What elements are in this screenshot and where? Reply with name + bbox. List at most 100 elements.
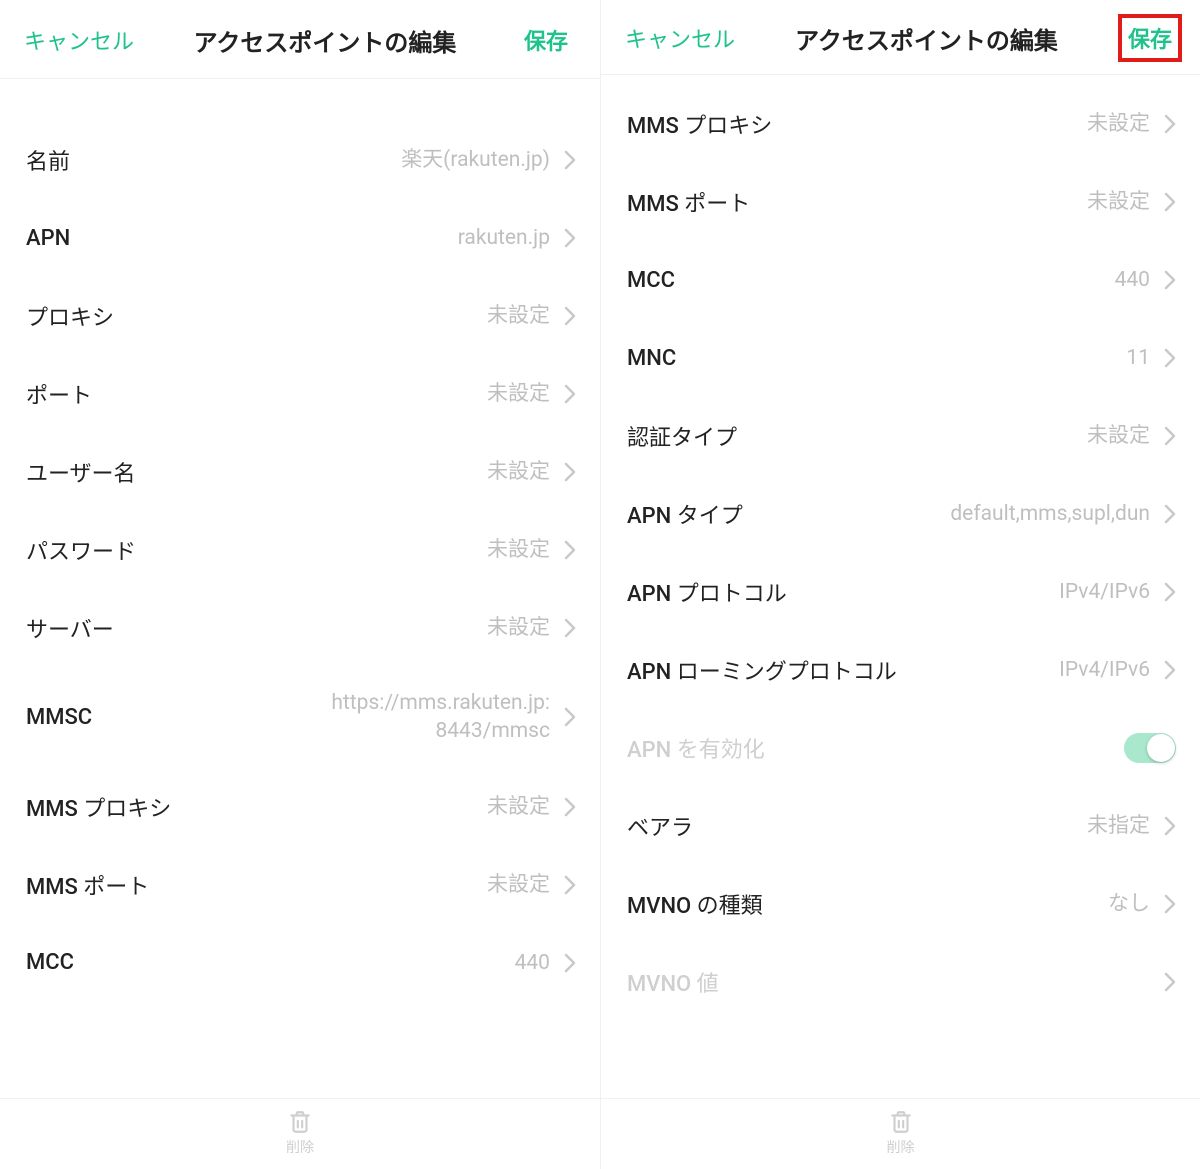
header: キャンセル アクセスポイントの編集 保存 xyxy=(601,0,1200,75)
row-value: 未指定 xyxy=(1087,812,1150,840)
row-name[interactable]: 名前 楽天(rakuten.jp) xyxy=(0,121,600,199)
row-label: 認証タイプ xyxy=(627,420,737,452)
chevron-right-icon xyxy=(564,797,576,817)
toggle-knob xyxy=(1147,734,1175,762)
row-mmsc[interactable]: MMSC https://mms.rakuten.jp:8443/mmsc xyxy=(0,667,600,768)
trash-icon xyxy=(888,1109,914,1135)
row-mnc[interactable]: MNC 11 xyxy=(601,319,1200,397)
chevron-right-icon xyxy=(1164,348,1176,368)
row-label: MVNO 値 xyxy=(627,966,719,998)
chevron-right-icon xyxy=(1164,426,1176,446)
row-apn-type[interactable]: APN タイプ default,mms,supl,dun xyxy=(601,475,1200,553)
save-button[interactable]: 保存 xyxy=(516,20,576,60)
screen-right: キャンセル アクセスポイントの編集 保存 MMS プロキシ 未設定 MMS ポー… xyxy=(600,0,1200,1169)
row-label: MNC xyxy=(627,346,676,371)
row-label: APN ローミングプロトコル xyxy=(627,654,897,686)
chevron-right-icon xyxy=(564,150,576,170)
row-username[interactable]: ユーザー名 未設定 xyxy=(0,433,600,511)
cancel-button[interactable]: キャンセル xyxy=(24,24,134,56)
row-label: MVNO の種類 xyxy=(627,888,763,920)
row-apn-protocol[interactable]: APN プロトコル IPv4/IPv6 xyxy=(601,553,1200,631)
chevron-right-icon xyxy=(564,306,576,326)
row-value: default,mms,supl,dun xyxy=(950,500,1150,528)
row-value: なし xyxy=(1108,890,1150,918)
row-label: MMS ポート xyxy=(627,186,750,218)
row-value: 未設定 xyxy=(487,302,550,330)
row-value: 未設定 xyxy=(1087,188,1150,216)
chevron-right-icon xyxy=(564,707,576,727)
row-mms-proxy[interactable]: MMS プロキシ 未設定 xyxy=(0,768,600,846)
row-label: APN タイプ xyxy=(627,498,743,530)
row-label: APN を有効化 xyxy=(627,732,765,764)
chevron-right-icon xyxy=(564,953,576,973)
save-button[interactable]: 保存 xyxy=(1118,14,1182,62)
row-value: 楽天(rakuten.jp) xyxy=(401,146,550,174)
chevron-right-icon xyxy=(564,875,576,895)
chevron-right-icon xyxy=(564,384,576,404)
chevron-right-icon xyxy=(1164,114,1176,134)
row-label: MCC xyxy=(26,950,74,975)
row-mms-port[interactable]: MMS ポート 未設定 xyxy=(0,846,600,924)
row-label: 名前 xyxy=(26,144,70,176)
delete-button[interactable]: 削除 xyxy=(601,1098,1200,1169)
row-mcc[interactable]: MCC 440 xyxy=(601,241,1200,319)
row-label: パスワード xyxy=(26,534,136,566)
page-title: アクセスポイントの編集 xyxy=(735,21,1118,56)
row-label: ベアラ xyxy=(627,810,693,842)
row-server[interactable]: サーバー 未設定 xyxy=(0,589,600,667)
chevron-right-icon xyxy=(1164,660,1176,680)
row-value: 未設定 xyxy=(487,458,550,486)
row-label: MMS プロキシ xyxy=(26,791,171,823)
row-proxy[interactable]: プロキシ 未設定 xyxy=(0,277,600,355)
row-mms-port[interactable]: MMS ポート 未設定 xyxy=(601,163,1200,241)
row-value: 未設定 xyxy=(1087,110,1150,138)
row-value: 未設定 xyxy=(487,871,550,899)
toggle-switch[interactable] xyxy=(1124,733,1176,763)
row-auth-type[interactable]: 認証タイプ 未設定 xyxy=(601,397,1200,475)
row-value: 440 xyxy=(515,949,550,977)
row-value: IPv4/IPv6 xyxy=(1059,578,1150,606)
row-label: MCC xyxy=(627,268,675,293)
row-bearer[interactable]: ベアラ 未指定 xyxy=(601,787,1200,865)
row-password[interactable]: パスワード 未設定 xyxy=(0,511,600,589)
row-mvno-type[interactable]: MVNO の種類 なし xyxy=(601,865,1200,943)
chevron-right-icon xyxy=(1164,972,1176,992)
footer-label: 削除 xyxy=(286,1137,314,1157)
row-mms-proxy[interactable]: MMS プロキシ 未設定 xyxy=(601,85,1200,163)
delete-button[interactable]: 削除 xyxy=(0,1098,600,1169)
row-value: 未設定 xyxy=(487,793,550,821)
chevron-right-icon xyxy=(564,462,576,482)
chevron-right-icon xyxy=(564,228,576,248)
row-value: 11 xyxy=(1126,344,1150,372)
chevron-right-icon xyxy=(1164,894,1176,914)
row-value: 未設定 xyxy=(487,536,550,564)
settings-list: 名前 楽天(rakuten.jp) APN rakuten.jp プロキシ 未設… xyxy=(0,79,600,1098)
row-value: 未設定 xyxy=(487,380,550,408)
screen-left: キャンセル アクセスポイントの編集 保存 名前 楽天(rakuten.jp) A… xyxy=(0,0,600,1169)
settings-list: MMS プロキシ 未設定 MMS ポート 未設定 MCC 440 MNC 11 xyxy=(601,75,1200,1098)
row-label: MMSC xyxy=(26,705,92,730)
row-label: サーバー xyxy=(26,612,114,644)
row-label: プロキシ xyxy=(26,300,114,332)
page-title: アクセスポイントの編集 xyxy=(134,23,516,58)
chevron-right-icon xyxy=(1164,582,1176,602)
row-mcc[interactable]: MCC 440 xyxy=(0,924,600,1002)
header: キャンセル アクセスポイントの編集 保存 xyxy=(0,0,600,79)
row-apn-roaming-protocol[interactable]: APN ローミングプロトコル IPv4/IPv6 xyxy=(601,631,1200,709)
row-value: 未設定 xyxy=(1087,422,1150,450)
row-apn-enable: APN を有効化 xyxy=(601,709,1200,787)
row-apn[interactable]: APN rakuten.jp xyxy=(0,199,600,277)
row-mvno-value: MVNO 値 xyxy=(601,943,1200,1021)
row-label: ポート xyxy=(26,378,92,410)
chevron-right-icon xyxy=(1164,504,1176,524)
row-port[interactable]: ポート 未設定 xyxy=(0,355,600,433)
footer-label: 削除 xyxy=(887,1137,915,1157)
row-value: https://mms.rakuten.jp:8443/mmsc xyxy=(330,689,550,746)
chevron-right-icon xyxy=(564,618,576,638)
trash-icon xyxy=(287,1109,313,1135)
row-label: MMS プロキシ xyxy=(627,108,772,140)
chevron-right-icon xyxy=(1164,192,1176,212)
row-value: rakuten.jp xyxy=(458,224,550,252)
cancel-button[interactable]: キャンセル xyxy=(625,22,735,54)
row-label: MMS ポート xyxy=(26,869,149,901)
